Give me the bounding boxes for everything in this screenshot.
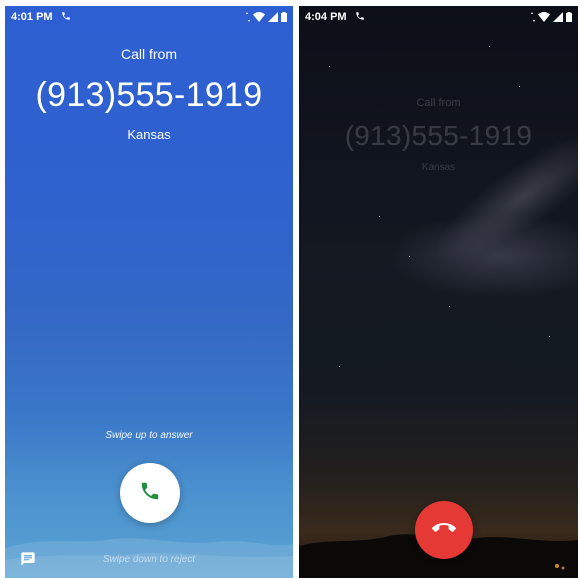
status-bar: 4:04 PM [299,6,578,28]
data-arrows-icon [531,12,535,22]
incoming-call-screen-answer: 4:01 PM Call from (913)555-1919 Kansas S… [5,6,293,578]
battery-icon [566,12,572,22]
call-from-label: Call from [120,46,177,62]
end-call-icon [432,516,456,545]
caller-location: Kansas [127,127,171,142]
caller-number: (913)555-1919 [344,120,533,151]
status-icons [246,12,287,22]
caller-location: Kansas [421,162,456,173]
phone-icon [139,480,161,507]
status-icons [531,12,572,22]
call-status-icon [61,11,71,24]
message-icon [20,551,36,572]
swipe-up-hint: Swipe up to answer [105,430,193,441]
signal-icon [268,12,278,22]
status-time: 4:01 PM [11,11,53,23]
call-status-icon [355,11,365,24]
call-from-label: Call from [416,97,461,109]
status-bar: 4:01 PM [5,6,293,28]
status-time: 4:04 PM [305,11,347,23]
end-call-button[interactable] [415,501,473,559]
battery-icon [281,12,287,22]
wifi-icon [538,12,550,22]
caller-number: (913)555-1919 [35,76,263,114]
answer-call-button[interactable] [120,463,180,523]
data-arrows-icon [246,12,250,22]
reply-message-button[interactable] [17,550,39,572]
horizon-hills [5,538,293,578]
incoming-call-screen-reject: 4:04 PM Call from (913)555-1919 Kansas [299,6,578,578]
swipe-down-hint: Swipe down to reject [102,554,196,565]
wifi-icon [253,12,265,22]
signal-icon [553,12,563,22]
